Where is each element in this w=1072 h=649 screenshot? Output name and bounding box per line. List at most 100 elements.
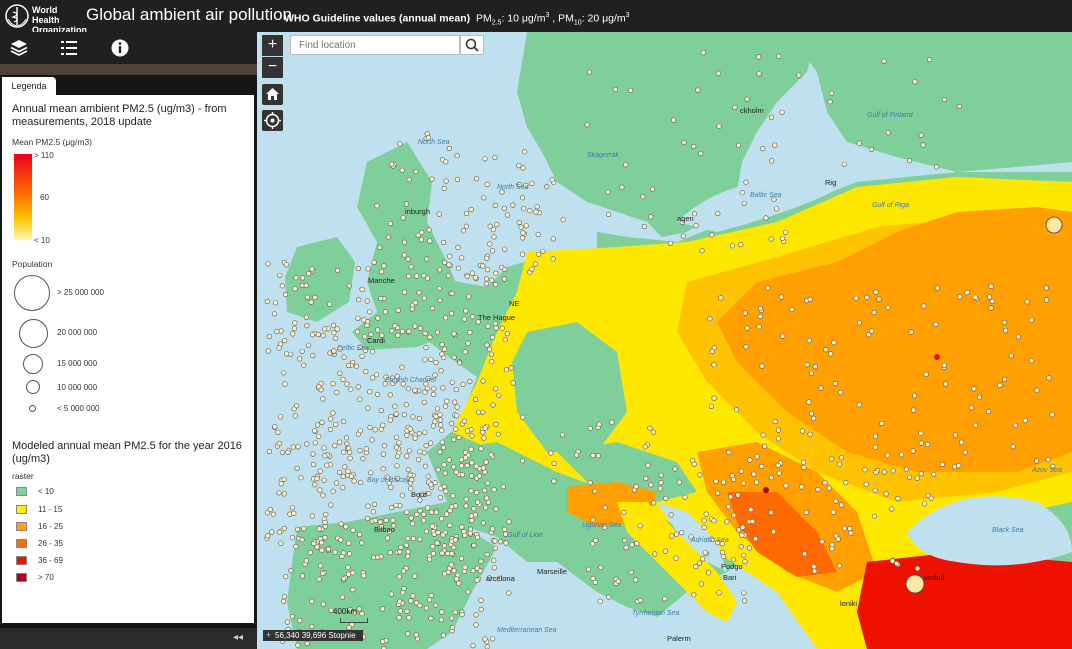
station-point[interactable] xyxy=(438,368,444,374)
station-point[interactable] xyxy=(463,210,470,216)
station-point[interactable] xyxy=(672,466,678,472)
station-point[interactable] xyxy=(491,234,497,240)
station-point[interactable] xyxy=(412,387,418,393)
station-point[interactable] xyxy=(864,294,870,301)
station-point[interactable] xyxy=(341,354,347,360)
station-point[interactable] xyxy=(320,396,326,402)
station-point[interactable] xyxy=(478,606,484,613)
station-point[interactable] xyxy=(757,305,764,312)
station-point[interactable] xyxy=(361,573,367,579)
station-point[interactable] xyxy=(449,379,455,385)
station-point[interactable] xyxy=(431,386,437,392)
station-point[interactable] xyxy=(392,323,398,329)
station-point[interactable] xyxy=(279,450,286,456)
station-point[interactable] xyxy=(356,531,363,538)
station-point[interactable] xyxy=(408,264,414,270)
station-point[interactable] xyxy=(404,608,410,615)
station-point[interactable] xyxy=(438,617,444,623)
station-point[interactable] xyxy=(334,326,340,332)
station-point[interactable] xyxy=(333,421,339,428)
station-point[interactable] xyxy=(493,325,499,331)
station-point[interactable] xyxy=(455,244,461,250)
station-point[interactable] xyxy=(462,349,468,355)
station-point[interactable] xyxy=(473,612,479,618)
station-point[interactable] xyxy=(310,461,317,468)
station-point[interactable] xyxy=(693,223,699,229)
station-point[interactable] xyxy=(890,468,896,474)
station-point[interactable] xyxy=(906,474,913,480)
station-point[interactable] xyxy=(920,142,926,148)
station-point[interactable] xyxy=(703,511,709,517)
station-point[interactable] xyxy=(468,446,474,452)
station-point[interactable] xyxy=(634,540,640,547)
station-point[interactable] xyxy=(551,460,557,467)
station-point[interactable] xyxy=(881,469,888,475)
station-point[interactable] xyxy=(395,453,401,459)
station-point[interactable] xyxy=(697,472,703,478)
station-point[interactable] xyxy=(972,422,979,428)
station-point[interactable] xyxy=(278,540,284,546)
station-point[interactable] xyxy=(484,342,490,348)
station-point[interactable] xyxy=(1028,317,1035,323)
station-point[interactable] xyxy=(443,178,449,184)
station-point[interactable] xyxy=(339,553,345,560)
station-point[interactable] xyxy=(856,320,863,326)
station-point[interactable] xyxy=(405,553,411,559)
locate-button[interactable] xyxy=(262,110,283,131)
station-point[interactable] xyxy=(681,139,687,146)
station-point[interactable] xyxy=(698,150,704,157)
station-point[interactable] xyxy=(357,479,364,486)
station-point[interactable] xyxy=(442,259,448,266)
station-point[interactable] xyxy=(473,176,480,182)
station-point[interactable] xyxy=(332,549,338,555)
station-point[interactable] xyxy=(356,606,362,612)
station-point[interactable] xyxy=(501,276,507,282)
station-point[interactable] xyxy=(740,524,746,530)
station-point[interactable] xyxy=(718,295,724,301)
station-point[interactable] xyxy=(519,195,526,201)
station-point[interactable] xyxy=(421,511,427,517)
station-point[interactable] xyxy=(295,444,301,450)
station-point[interactable] xyxy=(437,494,443,501)
station-point[interactable] xyxy=(482,636,488,642)
station-point[interactable] xyxy=(658,480,664,486)
station-point[interactable] xyxy=(742,310,748,316)
station-point[interactable] xyxy=(327,426,334,433)
station-point[interactable] xyxy=(460,381,466,388)
station-point[interactable] xyxy=(510,202,516,208)
station-point[interactable] xyxy=(748,507,754,513)
station-point[interactable] xyxy=(442,470,448,476)
station-point[interactable] xyxy=(357,447,363,454)
station-point[interactable] xyxy=(296,356,303,362)
station-point[interactable] xyxy=(371,501,378,508)
station-point[interactable] xyxy=(331,348,337,354)
station-point[interactable] xyxy=(739,532,745,538)
station-point[interactable] xyxy=(315,331,321,338)
station-point[interactable] xyxy=(308,598,315,604)
search-input[interactable] xyxy=(291,36,456,54)
station-point[interactable] xyxy=(602,505,608,511)
station-point[interactable] xyxy=(291,510,297,517)
station-point[interactable] xyxy=(889,506,895,512)
station-point[interactable] xyxy=(389,161,395,167)
station-point[interactable] xyxy=(1008,353,1014,359)
station-point[interactable] xyxy=(403,542,409,548)
station-point[interactable] xyxy=(720,479,727,485)
station-point[interactable] xyxy=(430,550,436,557)
station-point[interactable] xyxy=(885,305,891,311)
station-point[interactable] xyxy=(426,597,433,603)
station-point[interactable] xyxy=(423,443,429,449)
station-point[interactable] xyxy=(400,590,406,596)
station-point[interactable] xyxy=(836,461,843,467)
station-point[interactable] xyxy=(398,544,404,550)
station-point[interactable] xyxy=(452,609,458,615)
station-point[interactable] xyxy=(715,70,722,76)
station-point[interactable] xyxy=(289,535,296,541)
station-point[interactable] xyxy=(428,440,434,446)
station-point[interactable] xyxy=(957,294,963,300)
station-point[interactable] xyxy=(462,564,468,570)
station-point[interactable] xyxy=(340,418,347,425)
station-point[interactable] xyxy=(269,529,275,535)
station-point[interactable] xyxy=(1045,457,1051,463)
station-point[interactable] xyxy=(443,488,449,494)
